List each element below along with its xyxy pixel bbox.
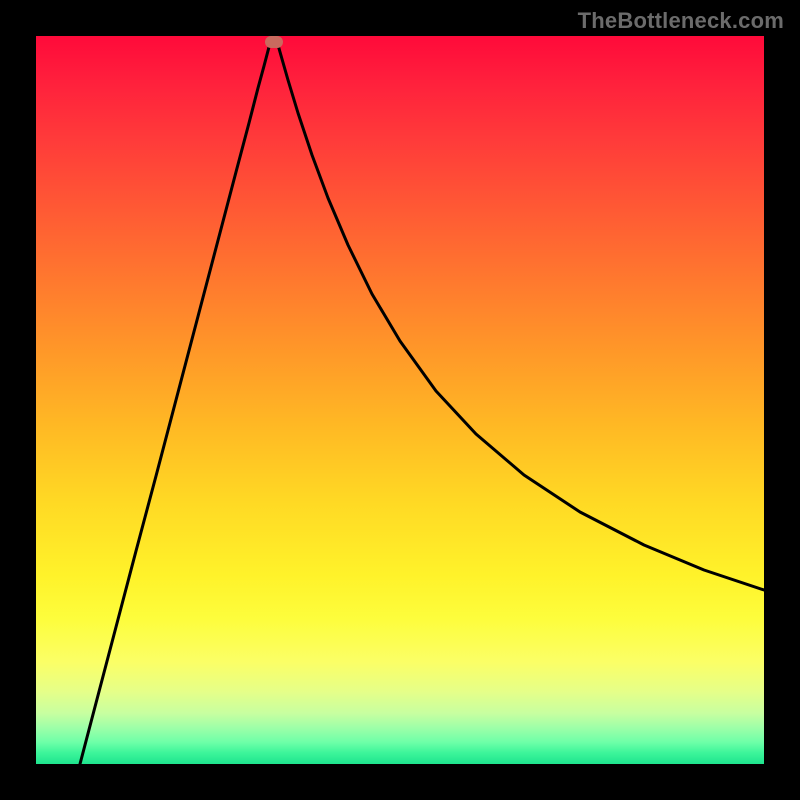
curve-right-branch (276, 36, 765, 590)
chart-frame: TheBottleneck.com (0, 0, 800, 800)
min-marker (265, 36, 283, 48)
curve-left-branch (80, 36, 273, 764)
bottleneck-curve (36, 36, 764, 764)
watermark-text: TheBottleneck.com (578, 8, 784, 34)
plot-area (36, 36, 764, 764)
